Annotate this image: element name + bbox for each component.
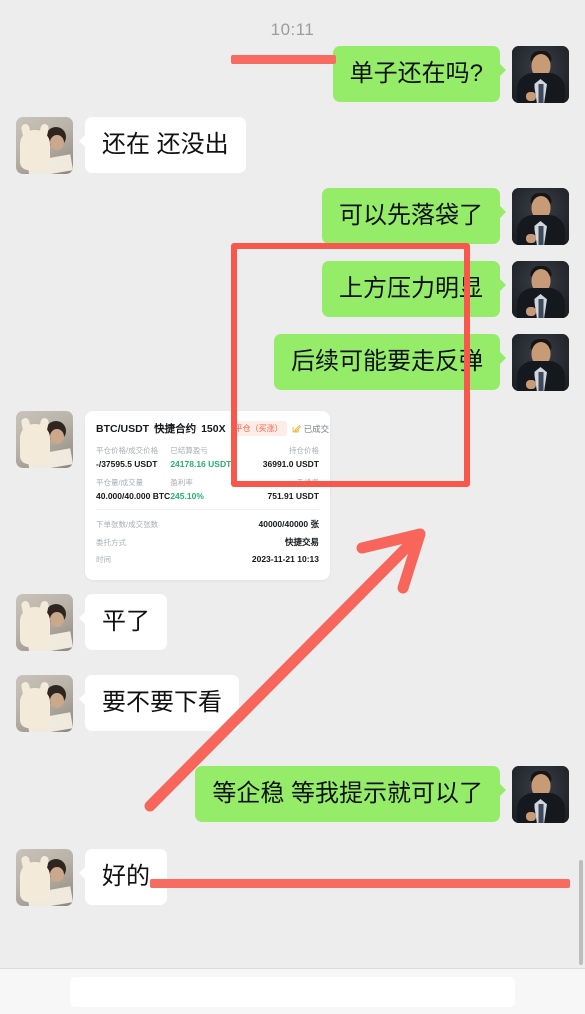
chat-screenshot: 10:11 单子还在吗? 还在 还没出 可以先落袋了 上方压力明显 后续可能要走… bbox=[0, 0, 585, 1014]
message-input-bar bbox=[0, 968, 585, 1014]
vertical-scrollbar[interactable] bbox=[579, 860, 583, 965]
annotation-arrow-to-trade-card bbox=[144, 528, 426, 812]
message-input-field[interactable] bbox=[70, 976, 515, 1007]
